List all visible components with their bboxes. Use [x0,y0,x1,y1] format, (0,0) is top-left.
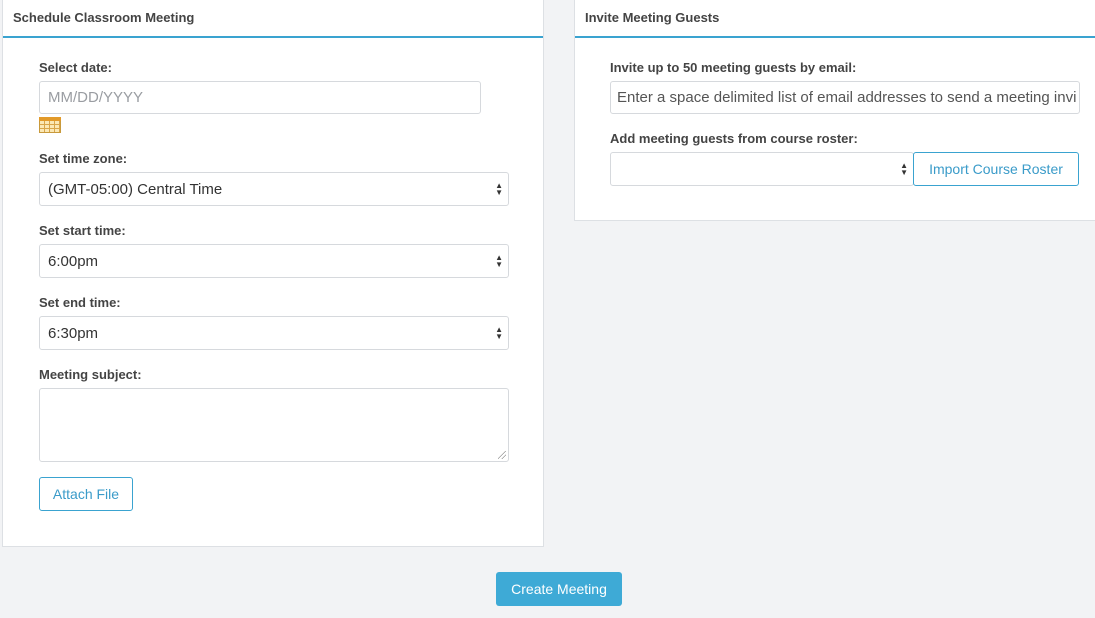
start-time-select[interactable]: 6:00pm ▲ ▼ [39,244,509,278]
timezone-value: (GMT-05:00) Central Time [48,180,223,198]
start-time-label: Set start time: [39,223,126,238]
select-arrows-icon: ▲ ▼ [900,161,908,177]
end-time-label: Set end time: [39,295,121,310]
timezone-select[interactable]: (GMT-05:00) Central Time ▲ ▼ [39,172,509,206]
roster-label: Add meeting guests from course roster: [610,131,858,146]
invite-guests-panel: Invite Meeting Guests Invite up to 50 me… [574,0,1095,221]
resize-grip-icon[interactable] [498,451,506,459]
start-time-value: 6:00pm [48,252,99,270]
schedule-panel-title: Schedule Classroom Meeting [3,0,543,38]
select-arrows-icon: ▲ ▼ [495,181,503,197]
end-time-value: 6:30pm [48,324,99,342]
calendar-icon[interactable] [39,117,61,133]
import-course-roster-button[interactable]: Import Course Roster [913,152,1079,186]
schedule-meeting-panel: Schedule Classroom Meeting Select date: … [2,0,544,547]
invite-panel-title: Invite Meeting Guests [575,0,1095,38]
timezone-label: Set time zone: [39,151,128,166]
select-arrows-icon: ▲ ▼ [495,325,503,341]
subject-label: Meeting subject: [39,367,142,382]
email-placeholder: Enter a space delimited list of email ad… [617,89,1077,106]
date-input[interactable]: MM/DD/YYYY [39,81,481,114]
attach-file-button[interactable]: Attach File [39,477,133,511]
select-arrows-icon: ▲ ▼ [495,253,503,269]
date-label: Select date: [39,60,112,75]
email-label: Invite up to 50 meeting guests by email: [610,60,857,75]
date-placeholder: MM/DD/YYYY [48,89,144,106]
create-meeting-button[interactable]: Create Meeting [496,572,622,606]
roster-select[interactable]: ▲ ▼ [610,152,914,186]
email-input[interactable]: Enter a space delimited list of email ad… [610,81,1080,114]
end-time-select[interactable]: 6:30pm ▲ ▼ [39,316,509,350]
subject-textarea[interactable] [39,388,509,462]
